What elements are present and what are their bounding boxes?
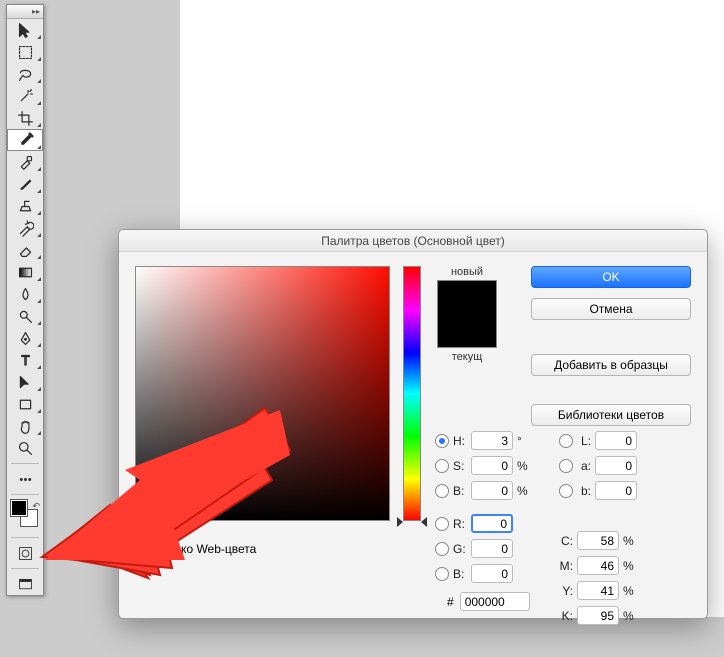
blue-input[interactable] [471,564,513,583]
b-label: b: [577,484,595,498]
eyedropper-tool[interactable] [7,129,43,151]
blue-label: B: [453,567,471,581]
add-to-swatches-button[interactable]: Добавить в образцы [531,354,691,376]
history-brush-tool[interactable] [7,217,43,239]
blue-radio[interactable] [435,567,449,581]
brightness-label: B: [453,484,471,498]
green-input[interactable] [471,539,513,558]
hex-label: # [447,595,454,609]
dodge-tool[interactable] [7,305,43,327]
red-radio[interactable] [435,517,449,531]
hand-tool[interactable] [7,415,43,437]
dialog-title[interactable]: Палитра цветов (Основной цвет) [119,230,707,252]
hue-slider[interactable] [403,266,421,521]
current-color-swatch[interactable] [437,314,497,348]
hue-unit: ° [513,434,531,448]
path-select-tool[interactable] [7,371,43,393]
quick-mask-toggle[interactable] [7,542,43,564]
saturation-radio[interactable] [435,459,449,473]
a-input[interactable] [595,456,637,475]
Y-input[interactable] [577,581,619,600]
color-field[interactable] [135,266,390,521]
color-field-cursor[interactable] [131,515,141,525]
K-label: K: [559,609,577,623]
green-radio[interactable] [435,542,449,556]
new-color-label: новый [437,266,497,278]
L-label: L: [577,434,595,448]
web-colors-only-checkbox[interactable] [135,542,149,556]
magic-wand-tool[interactable] [7,85,43,107]
lasso-tool[interactable] [7,63,43,85]
K-input[interactable] [577,606,619,625]
a-radio[interactable] [559,459,573,473]
C-label: C: [559,534,577,548]
tools-panel-header[interactable]: ▸▸ [7,5,43,19]
L-radio[interactable] [559,434,573,448]
new-color-swatch[interactable] [437,280,497,314]
hex-input[interactable] [460,592,530,611]
a-label: a: [577,459,595,473]
M-label: M: [559,559,577,573]
svg-text:T: T [21,352,29,367]
collapse-chevron-icon: ▸▸ [32,7,40,16]
hue-label: H: [453,434,471,448]
healing-brush-tool[interactable] [7,151,43,173]
ok-button[interactable]: OK [531,266,691,288]
red-input[interactable] [471,514,513,533]
web-colors-only-label: Только Web-цвета [155,542,256,556]
hue-radio[interactable] [435,434,449,448]
brightness-radio[interactable] [435,484,449,498]
marquee-tool[interactable] [7,41,43,63]
saturation-input[interactable] [471,456,513,475]
hue-input[interactable] [471,431,513,450]
C-input[interactable] [577,531,619,550]
cancel-button[interactable]: Отмена [531,298,691,320]
b-radio[interactable] [559,484,573,498]
Y-label: Y: [559,584,577,598]
brightness-input[interactable] [471,481,513,500]
rectangle-tool[interactable] [7,393,43,415]
green-label: G: [453,542,471,556]
color-libraries-button[interactable]: Библиотеки цветов [531,404,691,426]
eraser-tool[interactable] [7,239,43,261]
M-input[interactable] [577,556,619,575]
type-tool[interactable]: T [7,349,43,371]
screen-mode-toggle[interactable] [7,573,43,595]
saturation-label: S: [453,459,471,473]
zoom-tool[interactable] [7,437,43,459]
tools-panel: ▸▸ T ↶ [6,4,44,596]
foreground-color-swatch[interactable] [11,500,27,516]
blur-tool[interactable] [7,283,43,305]
color-preview: новый текущ [437,266,497,363]
move-tool[interactable] [7,19,43,41]
color-picker-dialog: Палитра цветов (Основной цвет) новый тек… [118,229,708,619]
red-label: R: [453,517,471,531]
color-swatches: ↶ [7,499,43,533]
web-colors-only-row: Только Web-цвета [135,542,256,556]
L-input[interactable] [595,431,637,450]
clone-stamp-tool[interactable] [7,195,43,217]
edit-toolbar[interactable] [7,468,43,490]
b-input[interactable] [595,481,637,500]
gradient-tool[interactable] [7,261,43,283]
current-color-label: текущ [437,351,497,363]
pen-tool[interactable] [7,327,43,349]
crop-tool[interactable] [7,107,43,129]
brush-tool[interactable] [7,173,43,195]
